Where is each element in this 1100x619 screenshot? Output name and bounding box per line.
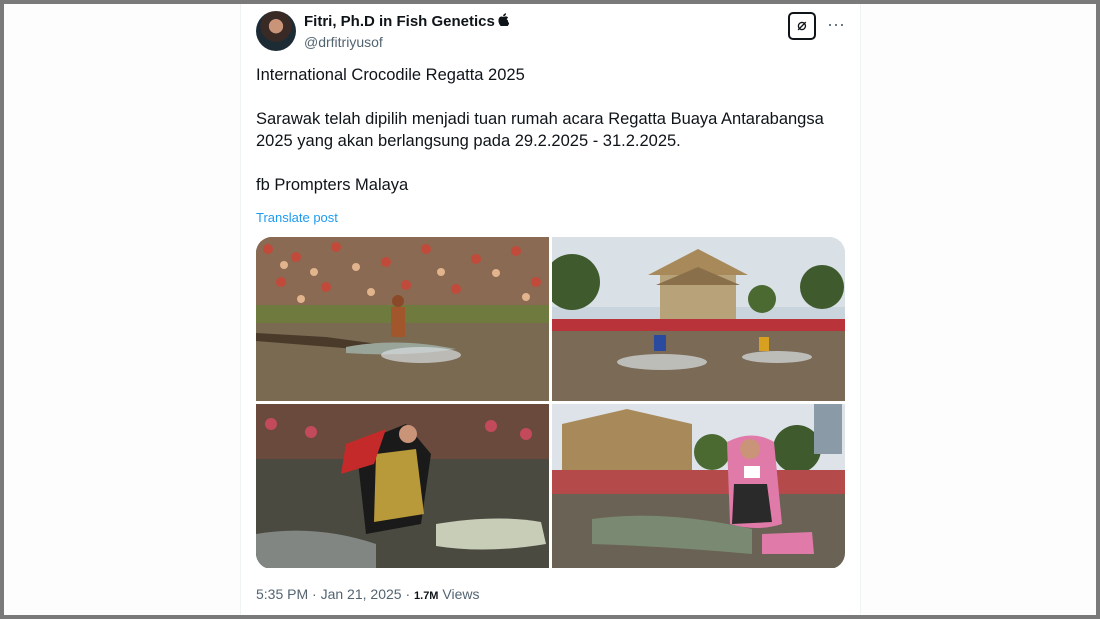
meta-separator: ·	[405, 586, 411, 602]
apple-icon	[498, 13, 510, 29]
tweet-card: Fitri, Ph.D in Fish Genetics @drfitriyus…	[241, 4, 859, 615]
tweet-text-line-3: fb Prompters Malaya	[256, 176, 409, 194]
grok-icon: ⌀	[797, 17, 807, 34]
translate-post-link[interactable]: Translate post	[256, 210, 338, 225]
avatar[interactable]	[256, 11, 296, 51]
media-grid	[256, 237, 845, 569]
photo-hijab-rider-number-11[interactable]	[552, 404, 845, 568]
photo-building-crocodile-race[interactable]	[552, 237, 845, 401]
tweet-text-line-1: International Crocodile Regatta 2025	[256, 66, 525, 84]
image-icon	[256, 237, 549, 401]
views-count[interactable]: 1.7M	[414, 590, 438, 602]
tweet-time[interactable]: 5:35 PM	[256, 586, 308, 602]
more-options-button[interactable]: ···	[824, 12, 848, 40]
more-icon: ···	[827, 14, 845, 34]
author-handle[interactable]: @drfitriyusof	[304, 34, 383, 50]
tweet-text: International Crocodile Regatta 2025 Sar…	[256, 64, 856, 196]
photo-costumed-rider[interactable]	[256, 404, 549, 568]
image-icon	[552, 237, 845, 401]
tweet-date[interactable]: Jan 21, 2025	[321, 586, 402, 602]
tweet-meta: 5:35 PM · Jan 21, 2025 · 1.7M Views	[256, 586, 479, 602]
photo-crowd-crocodile-rider[interactable]	[256, 237, 549, 401]
image-icon	[552, 404, 845, 568]
views-label[interactable]: Views	[442, 586, 479, 602]
image-icon	[256, 404, 549, 568]
left-column-background	[4, 4, 241, 615]
tweet-text-line-2: Sarawak telah dipilih menjadi tuan rumah…	[256, 110, 824, 150]
grok-button[interactable]: ⌀	[788, 12, 816, 40]
right-column-background	[860, 4, 1097, 615]
author-name[interactable]: Fitri, Ph.D in Fish Genetics	[304, 13, 495, 30]
author-name-row[interactable]: Fitri, Ph.D in Fish Genetics	[304, 13, 510, 30]
meta-separator: ·	[312, 586, 317, 602]
